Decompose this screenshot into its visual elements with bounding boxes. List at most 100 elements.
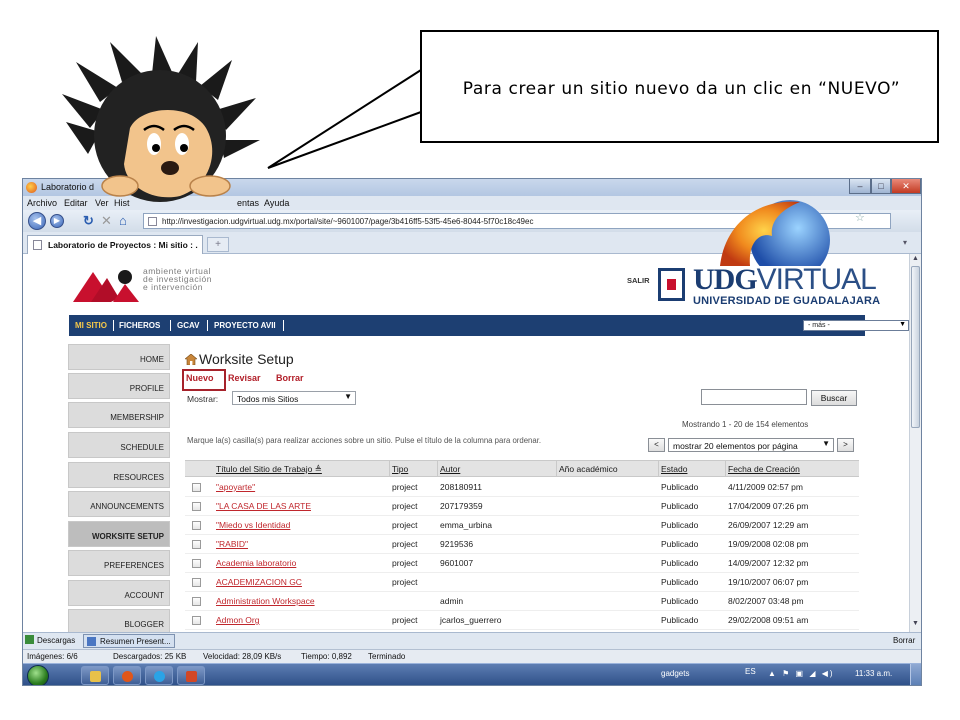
col-estado-header[interactable]: Estado: [661, 464, 687, 474]
powerpoint-icon: [186, 671, 197, 682]
tool-preferences[interactable]: PREFERENCES: [68, 550, 170, 576]
next-page-button[interactable]: >: [837, 438, 854, 452]
site-status: Publicado: [661, 577, 699, 587]
per-page-select[interactable]: mostrar 20 elementos por página ▼: [668, 438, 834, 452]
site-date: 19/09/2008 02:08 pm: [728, 539, 809, 549]
buscar-button[interactable]: Buscar: [811, 390, 857, 406]
prev-page-button[interactable]: <: [648, 438, 665, 452]
logout-link[interactable]: SALIR: [627, 276, 650, 285]
tool-worksite-setup[interactable]: WORKSITE SETUP: [68, 521, 170, 547]
site-author: 9219536: [440, 539, 474, 549]
house-icon: [185, 354, 197, 365]
tab-title: Laboratorio de Proyectos : Mi sitio : .: [48, 240, 198, 250]
back-button[interactable]: ◀: [28, 212, 46, 230]
tool-schedule[interactable]: SCHEDULE: [68, 432, 170, 458]
gadgets-toolbar[interactable]: gadgets: [661, 669, 689, 678]
col-title-header[interactable]: Título del Sitio de Trabajo ≜: [216, 464, 322, 475]
tab-list-icon[interactable]: ▾: [903, 238, 907, 247]
reload-icon[interactable]: ↻: [83, 213, 94, 229]
site-title-link[interactable]: ACADEMIZACION GC: [216, 577, 302, 587]
site-nav-ficheros[interactable]: FICHEROS: [119, 321, 160, 330]
taskbar-firefox[interactable]: [113, 666, 141, 685]
site-navigation: MI SITIO FICHEROS GCAV PROYECTO AVII - m…: [69, 315, 909, 336]
scrollbar-thumb[interactable]: [911, 266, 920, 428]
site-title-link[interactable]: Administration Workspace: [216, 596, 315, 606]
mostrar-select[interactable]: Todos mis Sitios ▼: [232, 391, 356, 405]
home-icon[interactable]: ⌂: [119, 213, 127, 229]
tool-resources[interactable]: RESOURCES: [68, 462, 170, 488]
new-tab-button[interactable]: +: [207, 237, 229, 252]
site-title-link[interactable]: Academia laboratorio: [216, 558, 296, 568]
logo-line-3: e intervención: [143, 282, 203, 292]
site-nav-mi-sitio[interactable]: MI SITIO: [75, 321, 107, 330]
mostrar-value: Todos mis Sitios: [237, 394, 299, 404]
language-indicator[interactable]: ES: [745, 667, 756, 676]
show-desktop-button[interactable]: [910, 664, 921, 685]
chevron-down-icon: ▼: [344, 392, 352, 401]
clear-downloads-button[interactable]: Borrar: [893, 636, 915, 645]
site-date: 17/04/2009 07:26 pm: [728, 501, 809, 511]
download-item[interactable]: Resumen Present...: [83, 634, 175, 648]
tool-profile[interactable]: PROFILE: [68, 373, 170, 399]
site-title-link[interactable]: Admon Org: [216, 615, 259, 625]
start-button[interactable]: [27, 665, 49, 685]
forward-button[interactable]: ▶: [50, 214, 64, 228]
site-type: project: [392, 615, 418, 625]
tool-home[interactable]: HOME: [68, 344, 170, 370]
site-type: project: [392, 558, 418, 568]
row-checkbox[interactable]: [192, 616, 201, 625]
taskbar-powerpoint[interactable]: [177, 666, 205, 685]
status-images: Imágenes: 6/6: [27, 652, 78, 661]
table-row: "Miedo vs Identidad project emma_urbina …: [185, 516, 859, 535]
tool-blogger[interactable]: BLOGGER: [68, 609, 170, 632]
row-checkbox[interactable]: [192, 502, 201, 511]
row-checkbox[interactable]: [192, 521, 201, 530]
search-input[interactable]: [701, 389, 807, 405]
scroll-up-icon[interactable]: ▲: [912, 255, 919, 262]
stop-icon[interactable]: ✕: [101, 213, 112, 229]
udg-subtitle: UNIVERSIDAD DE GUADALAJARA: [693, 295, 881, 307]
tool-label: ACCOUNT: [124, 591, 164, 600]
menu-archivo[interactable]: Archivo: [27, 198, 57, 208]
system-tray-icons[interactable]: ▲ ⚑ ▣ ◢ ◀): [768, 669, 835, 678]
downloads-tab[interactable]: Descargas: [25, 635, 75, 645]
tool-label: MEMBERSHIP: [110, 413, 164, 422]
tab-laboratorio[interactable]: Laboratorio de Proyectos : Mi sitio : .: [27, 235, 203, 254]
vertical-scrollbar[interactable]: ▲ ▼: [909, 254, 921, 632]
table-row: Admon Org project jcarlos_guerrero Publi…: [185, 611, 859, 630]
site-nav-proyecto-avii[interactable]: PROYECTO AVII: [214, 321, 276, 330]
site-title-link[interactable]: "LA CASA DE LAS ARTE: [216, 501, 311, 511]
scroll-down-icon[interactable]: ▼: [912, 620, 919, 627]
site-nav-gcav[interactable]: GCAV: [177, 321, 200, 330]
udg-bold: UDG: [693, 263, 758, 296]
close-button[interactable]: ✕: [891, 179, 921, 194]
site-date: 29/02/2008 09:51 am: [728, 615, 809, 625]
site-title-link[interactable]: "Miedo vs Identidad: [216, 520, 290, 530]
udg-logo-icon: [658, 268, 685, 301]
revisar-link[interactable]: Revisar: [228, 373, 261, 383]
row-checkbox[interactable]: [192, 559, 201, 568]
tool-announcements[interactable]: ANNOUNCEMENTS: [68, 491, 170, 517]
row-checkbox[interactable]: [192, 597, 201, 606]
col-tipo-header[interactable]: Tipo: [392, 464, 408, 474]
table-header: Título del Sitio de Trabajo ≜ Tipo Autor…: [185, 460, 859, 477]
col-autor-header[interactable]: Autor: [440, 464, 460, 474]
row-checkbox[interactable]: [192, 578, 201, 587]
tool-account[interactable]: ACCOUNT: [68, 580, 170, 606]
folder-icon: [90, 671, 101, 682]
taskbar-skype[interactable]: [145, 666, 173, 685]
row-checkbox[interactable]: [192, 483, 201, 492]
site-title-link[interactable]: "apoyarte": [216, 482, 255, 492]
tool-membership[interactable]: MEMBERSHIP: [68, 402, 170, 428]
taskbar-explorer[interactable]: [81, 666, 109, 685]
maximize-button[interactable]: □: [871, 179, 891, 194]
instructions-text: Marque la(s) casilla(s) para realizar ac…: [187, 436, 542, 445]
site-title-link[interactable]: "RABID": [216, 539, 248, 549]
col-fecha-header[interactable]: Fecha de Creación: [728, 464, 800, 474]
nuevo-button[interactable]: Nuevo: [182, 369, 226, 391]
status-downloaded: Descargados: 25 KB: [113, 652, 187, 661]
page-title: Worksite Setup: [199, 351, 294, 367]
borrar-link[interactable]: Borrar: [276, 373, 304, 383]
more-sites-select[interactable]: - más - ▼: [803, 320, 909, 331]
row-checkbox[interactable]: [192, 540, 201, 549]
